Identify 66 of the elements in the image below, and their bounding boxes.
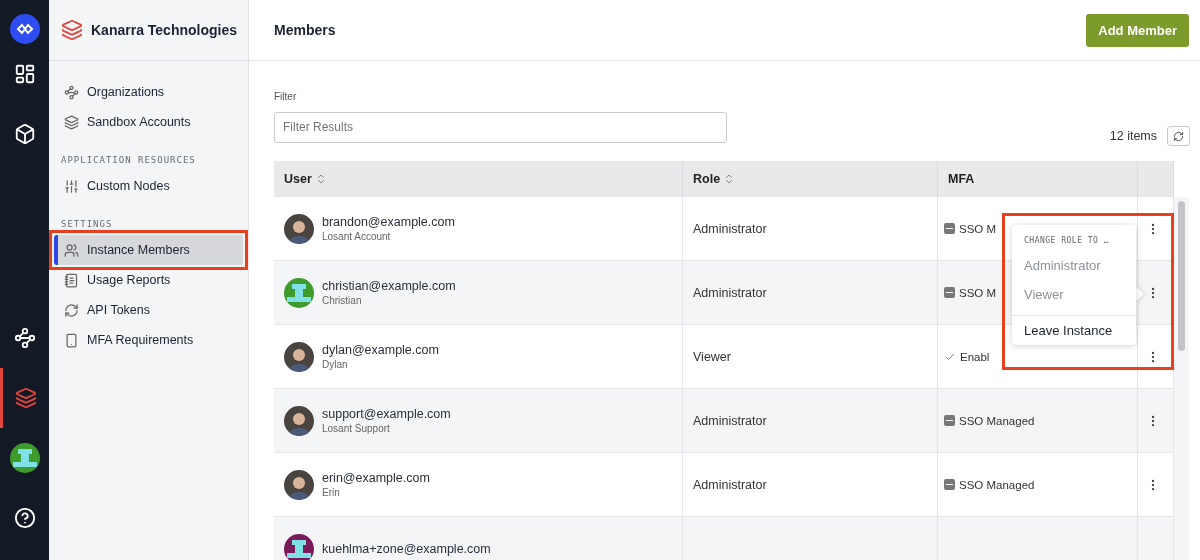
phone-icon [64,332,79,348]
circle-arrows-icon [64,302,79,318]
sidebar-item[interactable]: Instance Members [54,235,243,265]
page-title: Members [274,22,336,38]
sidebar-item[interactable]: API Tokens [54,295,243,325]
logo-icon[interactable] [9,14,40,44]
leave-instance-item[interactable]: Leave Instance [1012,316,1136,345]
column-header[interactable]: Role [683,161,938,196]
user-email: christian@example.com [322,279,456,293]
network-icon [64,84,79,100]
minus-icon [944,287,955,298]
organization-icon [61,19,83,41]
role-cell: Viewer [693,349,731,364]
network-icon[interactable] [13,327,36,349]
sidebar-item[interactable]: Sandbox Accounts [54,107,243,137]
refresh-icon [1173,130,1184,142]
mfa-status: SSO Managed [959,478,1035,491]
role-cell: Administrator [693,413,767,428]
item-count: 12 items [1109,129,1157,143]
filter-field[interactable]: Filter Results [274,111,727,143]
sidebar-item[interactable]: MFA Requirements [54,325,243,355]
role-cell: Administrator [693,477,767,492]
organization-name: Kanarra Technologies [91,22,237,38]
sliders-icon [64,178,79,194]
user-email: brandon@example.com [322,215,455,229]
refresh-button[interactable] [1167,126,1190,146]
user-avatar[interactable] [9,443,40,473]
user-name: Losant Support [322,423,391,434]
section-heading: SETTINGS [61,219,114,229]
user-email: erin@example.com [322,471,430,485]
sidebar-item[interactable]: Custom Nodes [54,171,243,201]
mfa-status: SSO Managed [959,414,1035,427]
mfa-status: SSO M [959,286,997,299]
notebook-icon [64,272,79,288]
role-cell: Administrator [693,285,767,300]
stack-icon[interactable] [15,387,37,409]
section-heading: APPLICATION RESOURCES [61,155,197,165]
user-email: dylan@example.com [322,343,439,357]
user-name: Dylan [322,359,349,370]
user-email: kuehlma+zone@example.com [322,541,491,556]
sidebar-item[interactable]: Organizations [54,77,243,107]
user-name: Erin [322,487,341,498]
avatar [284,405,314,436]
minus-icon [944,415,955,426]
avatar [284,469,314,500]
column-header[interactable]: User [274,161,683,196]
user-email: support@example.com [322,407,451,421]
avatar [284,341,314,372]
role-cell: Administrator [693,221,767,236]
people-icon [64,242,79,258]
minus-icon [944,479,955,490]
avatar [284,213,314,244]
minus-icon [944,223,955,234]
sidebar-item[interactable]: Usage Reports [54,265,243,295]
cube-icon[interactable] [13,123,36,145]
scrollbar-thumb[interactable] [1178,201,1185,351]
user-name: Losant Account [322,231,392,242]
user-name: Christian [322,295,363,306]
mfa-status: Enabl [960,350,990,363]
column-header: MFA [938,161,1138,196]
mfa-status: SSO M [959,222,997,235]
help-icon[interactable] [13,507,36,529]
filter-label: Filter [274,91,298,102]
layers-icon [64,114,79,130]
menu-heading: CHANGE ROLE TO … [1023,235,1111,247]
dashboard-icon[interactable] [13,63,36,85]
